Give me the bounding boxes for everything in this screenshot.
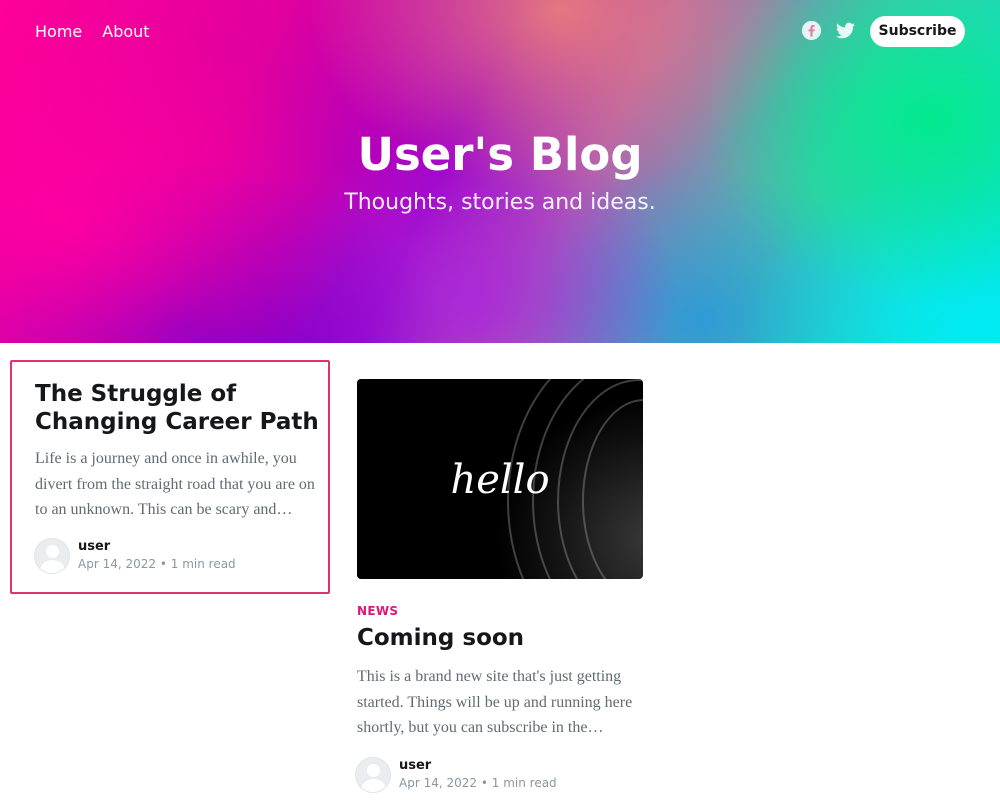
post-date: Apr 14, 2022 xyxy=(399,776,478,790)
post-feature-image[interactable]: hello xyxy=(357,379,643,579)
post-meta: user Apr 14, 2022 • 1 min read xyxy=(355,757,557,793)
nav-home-link[interactable]: Home xyxy=(35,22,82,41)
post-date: Apr 14, 2022 xyxy=(78,557,157,571)
post-tag[interactable]: NEWS xyxy=(357,604,398,618)
author-name[interactable]: user xyxy=(399,758,557,774)
post-excerpt: Life is a journey and once in awhile, yo… xyxy=(35,450,315,518)
site-title: User's Blog xyxy=(357,128,643,181)
author-avatar[interactable] xyxy=(34,538,70,574)
site-description: Thoughts, stories and ideas. xyxy=(344,190,656,215)
post-title[interactable]: Coming soon xyxy=(357,625,524,651)
reading-time: 1 min read xyxy=(491,776,557,790)
post-date-line: Apr 14, 2022 • 1 min read xyxy=(78,555,236,573)
post-title[interactable]: The Struggle of Changing Career Path xyxy=(35,380,327,436)
site-header: Home About Subscribe User's Blog Thought… xyxy=(0,0,1000,343)
post-byline: user Apr 14, 2022 • 1 min read xyxy=(78,539,236,573)
author-avatar[interactable] xyxy=(355,757,391,793)
post-byline: user Apr 14, 2022 • 1 min read xyxy=(399,758,557,792)
nav-about-link[interactable]: About xyxy=(102,22,149,41)
author-name[interactable]: user xyxy=(78,539,236,555)
feature-image-text: hello xyxy=(450,457,550,503)
meta-separator: • xyxy=(159,557,171,571)
meta-separator: • xyxy=(480,776,492,790)
post-date-line: Apr 14, 2022 • 1 min read xyxy=(399,774,557,792)
facebook-icon[interactable] xyxy=(801,20,822,41)
subscribe-button[interactable]: Subscribe xyxy=(870,16,965,47)
post-card-career-path[interactable]: The Struggle of Changing Career Path Lif… xyxy=(10,360,330,594)
main-nav: Home About xyxy=(35,22,150,41)
post-excerpt: This is a brand new site that's just get… xyxy=(357,668,633,736)
twitter-icon[interactable] xyxy=(835,20,856,41)
social-links xyxy=(801,20,856,41)
reading-time: 1 min read xyxy=(170,557,236,571)
post-meta: user Apr 14, 2022 • 1 min read xyxy=(34,538,236,574)
